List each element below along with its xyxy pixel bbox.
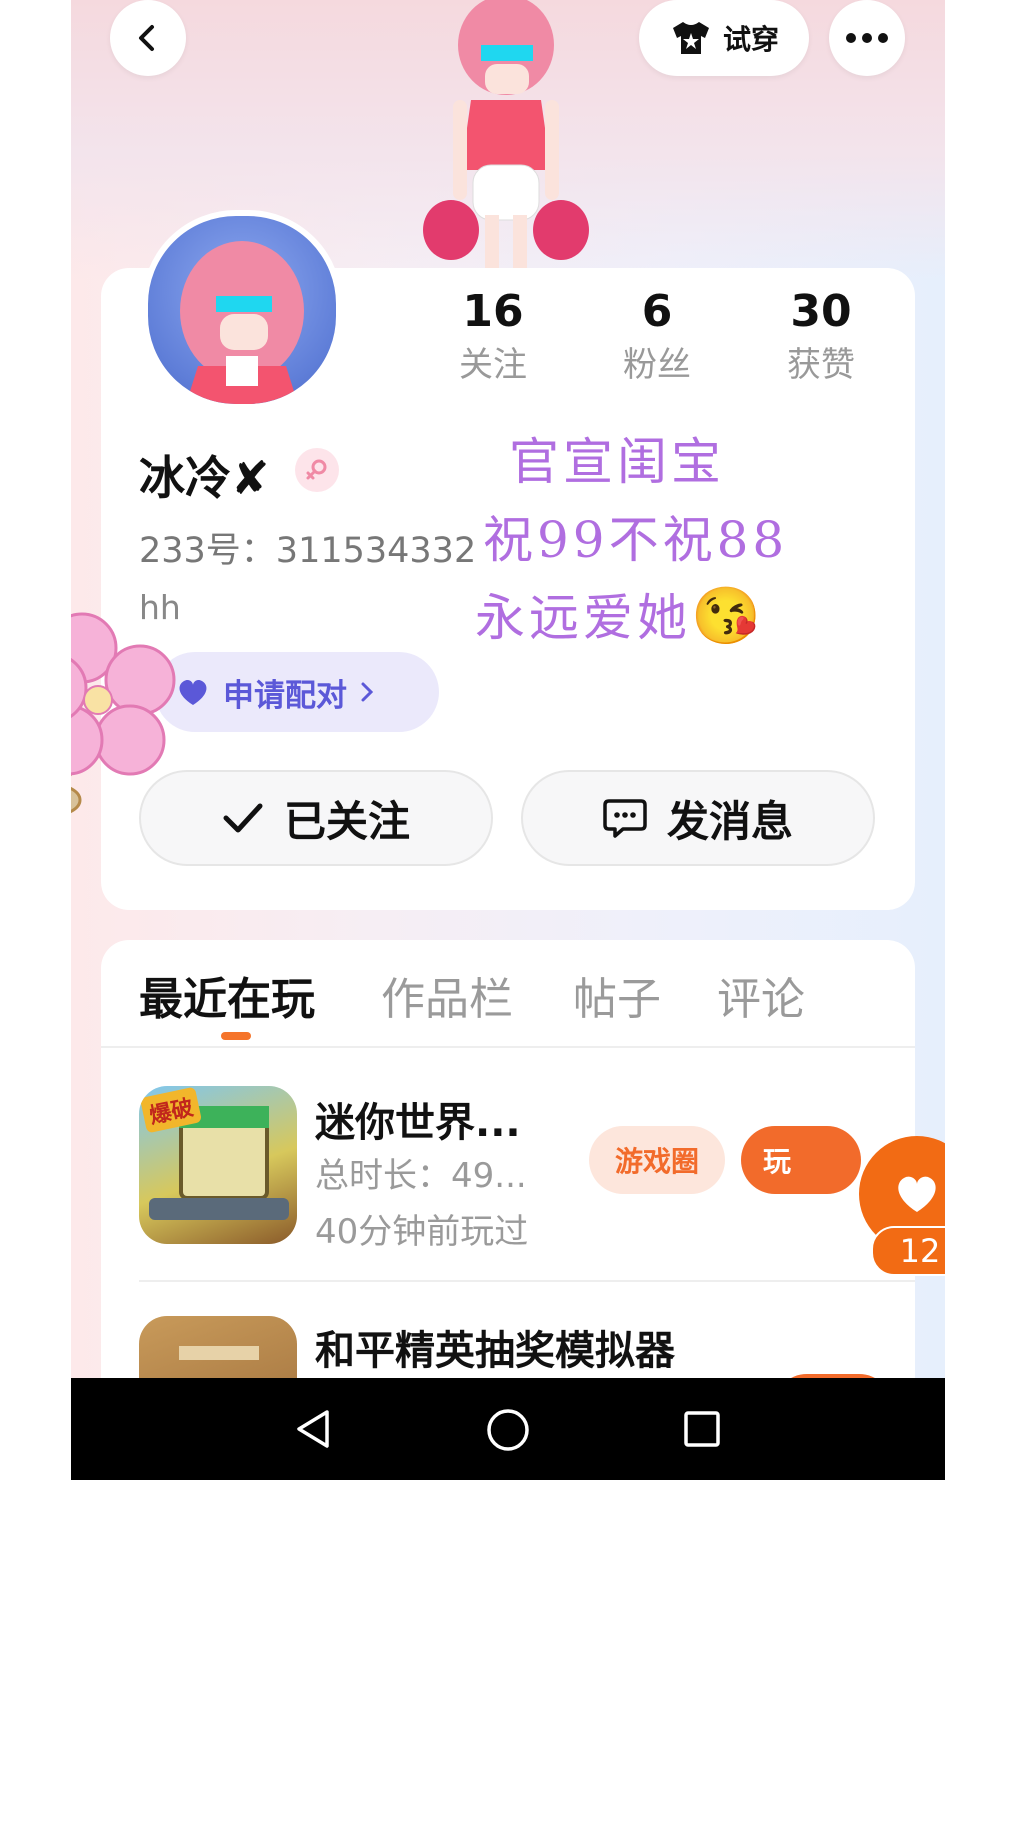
tab-recently-played[interactable]: 最近在玩	[139, 978, 315, 1022]
handwritten-line-3: 永远爱她😘	[475, 578, 765, 650]
heart-icon	[898, 1176, 936, 1212]
chevron-right-icon	[361, 682, 374, 702]
followed-label: 已关注	[283, 796, 410, 846]
fans-stat[interactable]: 6 粉丝	[587, 286, 727, 385]
user-id: 233号：311534332	[139, 531, 477, 571]
app-screen: 试穿 16 关注 6 粉丝 30 获赞 冰冷✘ 233号：311534332 h…	[71, 0, 945, 1480]
try-on-button[interactable]: 试穿	[639, 0, 809, 76]
back-button[interactable]	[110, 0, 186, 76]
like-count: 12	[899, 1232, 941, 1270]
play-label: 玩	[763, 1145, 792, 1178]
nav-recents-icon[interactable]	[683, 1410, 721, 1448]
check-icon	[223, 803, 263, 833]
play-button[interactable]: 玩	[741, 1126, 861, 1194]
more-button[interactable]	[829, 0, 905, 76]
handwritten-line-1: 官宣闺宝	[509, 433, 725, 491]
game-title: 迷你世界...	[315, 1100, 521, 1146]
tab-posts[interactable]: 帖子	[573, 978, 661, 1022]
game-title: 和平精英抽奖模拟器	[315, 1328, 675, 1374]
message-button[interactable]: 发消息	[521, 770, 875, 866]
avatar[interactable]	[142, 210, 342, 410]
fans-count: 6	[641, 286, 673, 337]
message-label: 发消息	[666, 796, 793, 846]
character-illustration	[423, 0, 589, 270]
flower-sticker	[71, 612, 176, 814]
like-count-badge: 12	[871, 1226, 945, 1276]
tab-works[interactable]: 作品栏	[381, 978, 513, 1022]
back-icon	[139, 25, 154, 51]
avatar-character	[180, 241, 304, 404]
following-stat[interactable]: 16 关注	[423, 286, 563, 385]
more-icon	[846, 33, 888, 43]
chat-icon	[603, 799, 647, 838]
kiss-emoji: 😘	[691, 584, 765, 649]
game-icon: 爆破	[139, 1086, 297, 1244]
tab-comments[interactable]: 评论	[717, 978, 805, 1022]
likes-count: 30	[790, 286, 852, 337]
likes-stat[interactable]: 30 获赞	[751, 286, 891, 385]
pair-request-label: 申请配对	[223, 677, 347, 714]
active-tab-indicator	[221, 1032, 251, 1040]
try-on-label: 试穿	[722, 23, 779, 56]
following-label: 关注	[459, 345, 527, 385]
handwritten-line-3-text: 永远爱她	[475, 589, 691, 647]
game-last-played: 40分钟前玩过	[315, 1212, 529, 1252]
nav-back-icon[interactable]	[293, 1408, 333, 1450]
female-icon	[306, 459, 327, 480]
fans-label: 粉丝	[623, 345, 691, 385]
handwritten-line-2: 祝99不祝88	[483, 511, 789, 569]
system-nav-bar	[71, 1378, 945, 1480]
user-name: 冰冷✘	[139, 451, 270, 505]
game-circle-label: 游戏圈	[614, 1145, 699, 1178]
gender-badge	[295, 448, 339, 492]
likes-label: 获赞	[787, 345, 855, 385]
shirt-icon	[672, 22, 709, 54]
tab-bar: 最近在玩 作品栏 帖子 评论	[101, 940, 915, 1048]
floating-like-button[interactable]: 12	[859, 1136, 945, 1276]
following-count: 16	[462, 286, 524, 337]
game-list-item[interactable]: 爆破 迷你世界... 总时长：49... 40分钟前玩过 游戏圈 玩	[101, 1046, 915, 1282]
game-duration: 总时长：49...	[315, 1156, 527, 1196]
game-circle-button[interactable]: 游戏圈	[589, 1126, 725, 1194]
nav-home-icon[interactable]	[486, 1408, 530, 1452]
